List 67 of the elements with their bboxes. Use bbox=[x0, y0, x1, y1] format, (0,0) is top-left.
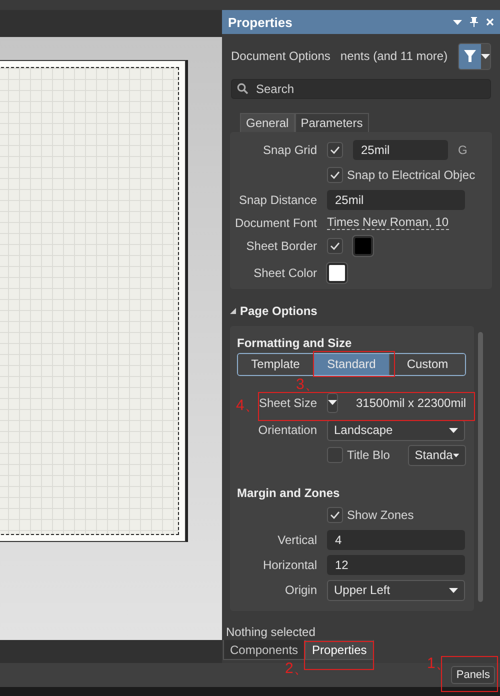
field-label: Snap Grid bbox=[262, 143, 317, 158]
panel-tab[interactable]: Properties bbox=[305, 640, 374, 660]
search-icon bbox=[237, 82, 248, 94]
checkbox[interactable] bbox=[327, 167, 343, 184]
checkbox-label: Title Blo bbox=[347, 448, 391, 462]
caret-icon bbox=[453, 20, 462, 25]
dropdown[interactable]: Landscape bbox=[327, 420, 465, 441]
checkbox-label: Snap to Electrical Objec bbox=[347, 168, 476, 182]
field-label: Document Font bbox=[234, 216, 317, 230]
field-label: Vertical bbox=[278, 533, 317, 548]
tab[interactable]: General bbox=[240, 112, 295, 132]
input-field[interactable]: 25mil bbox=[353, 140, 448, 160]
filter-scope: nents (and 11 more) bbox=[340, 49, 448, 64]
check-icon bbox=[330, 242, 340, 250]
scrollbar[interactable] bbox=[478, 332, 483, 602]
tab[interactable]: Parameters bbox=[294, 112, 369, 132]
font-link[interactable]: Times New Roman, 10 bbox=[327, 215, 449, 230]
check-icon bbox=[330, 146, 340, 154]
annotation-box bbox=[441, 656, 498, 692]
sheet-size-value: 31500mil x 22300mil bbox=[356, 396, 466, 410]
annotation-number: 2、 bbox=[285, 661, 308, 676]
checkbox-label: Show Zones bbox=[347, 508, 414, 522]
status-text: Nothing selected bbox=[225, 624, 316, 640]
checkbox[interactable] bbox=[327, 507, 343, 524]
funnel-icon bbox=[464, 50, 476, 62]
search-field[interactable]: Search bbox=[231, 78, 491, 99]
field-label: Sheet Border bbox=[246, 239, 317, 254]
field-label: Sheet Color bbox=[254, 266, 317, 280]
checkbox[interactable] bbox=[327, 238, 343, 254]
dropdown[interactable]: Upper Left bbox=[327, 580, 465, 601]
caret-icon bbox=[449, 588, 458, 593]
field-label: Snap Distance bbox=[238, 193, 317, 208]
panel-title: Properties bbox=[228, 14, 294, 30]
filter-label: Document Options bbox=[231, 49, 330, 64]
field-label: Origin bbox=[284, 583, 317, 598]
color-swatch[interactable] bbox=[327, 263, 347, 284]
checkbox[interactable] bbox=[327, 447, 343, 464]
pin-icon[interactable] bbox=[470, 17, 478, 28]
input-field[interactable]: 25mil bbox=[327, 190, 465, 210]
annotation-number: 1、 bbox=[427, 656, 450, 671]
dropdown-button[interactable] bbox=[327, 392, 338, 413]
filter-button[interactable] bbox=[458, 42, 491, 70]
caret-icon bbox=[449, 428, 458, 433]
panel-tab[interactable]: Components bbox=[223, 640, 306, 660]
caret-icon bbox=[481, 54, 490, 59]
panels-button[interactable]: Panels bbox=[451, 666, 495, 684]
field-label: Orientation bbox=[258, 423, 317, 438]
input-field[interactable]: 12 bbox=[327, 555, 465, 576]
dropdown[interactable]: Standa bbox=[408, 444, 466, 466]
caret-icon bbox=[328, 400, 337, 406]
group-title: Formatting and Size bbox=[237, 336, 353, 352]
triangle-icon bbox=[230, 308, 236, 314]
checkbox[interactable] bbox=[327, 142, 343, 158]
color-swatch[interactable] bbox=[353, 236, 373, 256]
check-icon bbox=[330, 511, 340, 520]
check-icon bbox=[330, 171, 340, 180]
unit-label: G bbox=[458, 143, 468, 158]
close-icon[interactable] bbox=[486, 18, 494, 26]
field-label: Horizontal bbox=[262, 558, 317, 572]
annotation-number: 3、 bbox=[296, 377, 320, 392]
annotation-box bbox=[304, 641, 374, 670]
annotation-number: 4、 bbox=[236, 398, 260, 413]
group-title: Margin and Zones bbox=[237, 486, 341, 502]
section-header[interactable]: Page Options bbox=[222, 296, 500, 326]
input-field[interactable]: 4 bbox=[327, 530, 465, 550]
field-label: Sheet Size bbox=[258, 396, 317, 410]
caret-icon bbox=[452, 452, 459, 458]
